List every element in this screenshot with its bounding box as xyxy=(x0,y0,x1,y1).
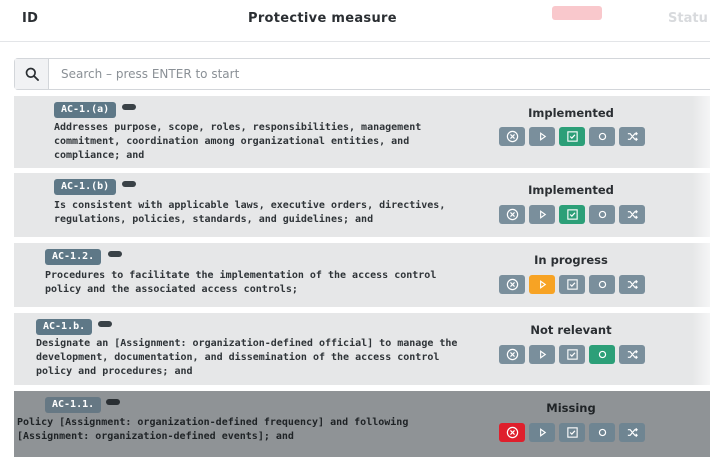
x-circle-icon xyxy=(506,278,518,291)
circle-icon xyxy=(598,350,606,359)
table-row-selected: AC-1.1. Policy [Assignment: organization… xyxy=(14,391,710,457)
play-icon xyxy=(539,210,546,219)
x-circle-icon xyxy=(506,130,518,143)
column-header-measure[interactable]: Protective measure xyxy=(248,11,397,26)
random-button[interactable] xyxy=(619,127,645,146)
circle-icon xyxy=(598,428,606,437)
status-label: Missing xyxy=(546,401,596,415)
search-icon xyxy=(25,67,39,81)
measure-id-tag: AC-1.(b) xyxy=(54,179,117,195)
table-row: AC-1.2. Procedures to facilitate the imp… xyxy=(14,243,710,307)
status-button-group xyxy=(499,423,645,442)
not-relevant-button[interactable] xyxy=(589,423,615,442)
check-square-icon xyxy=(566,131,578,142)
status-button-group xyxy=(499,127,645,146)
implemented-button[interactable] xyxy=(559,275,585,294)
x-circle-icon xyxy=(506,426,518,439)
implemented-button[interactable] xyxy=(559,127,585,146)
table-row: AC-1.(b) Is consistent with applicable l… xyxy=(14,173,710,237)
random-button[interactable] xyxy=(619,275,645,294)
play-icon xyxy=(539,428,546,437)
implemented-button[interactable] xyxy=(559,423,585,442)
circle-icon xyxy=(598,132,606,141)
search-input[interactable] xyxy=(61,65,661,83)
status-badge xyxy=(552,6,602,20)
not-relevant-button[interactable] xyxy=(589,127,615,146)
column-header-status[interactable]: Statu xyxy=(668,11,708,26)
implemented-button[interactable] xyxy=(559,205,585,224)
measure-description: Designate an [Assignment: organization-d… xyxy=(36,338,458,377)
shuffle-icon xyxy=(627,349,638,360)
measure-id-tag: AC-1.b. xyxy=(36,319,93,335)
play-icon xyxy=(539,280,546,289)
not-relevant-button[interactable] xyxy=(589,205,615,224)
check-square-icon xyxy=(566,349,578,360)
play-icon xyxy=(539,132,546,141)
not-relevant-button[interactable] xyxy=(589,275,615,294)
shuffle-icon xyxy=(627,279,638,290)
status-button-group xyxy=(499,275,645,294)
in-progress-button[interactable] xyxy=(529,127,555,146)
measure-description: Procedures to facilitate the implementat… xyxy=(45,270,437,295)
search-button[interactable] xyxy=(15,59,49,89)
circle-icon xyxy=(598,210,606,219)
status-label: Not relevant xyxy=(530,323,612,337)
play-icon xyxy=(539,350,546,359)
missing-button[interactable] xyxy=(499,275,525,294)
random-button[interactable] xyxy=(619,423,645,442)
measure-description: Policy [Assignment: organization-defined… xyxy=(17,417,409,442)
check-square-icon xyxy=(566,279,578,290)
implemented-button[interactable] xyxy=(559,345,585,364)
x-circle-icon xyxy=(506,348,518,361)
x-circle-icon xyxy=(506,208,518,221)
comment-indicator[interactable] xyxy=(106,399,120,405)
check-square-icon xyxy=(566,209,578,220)
measure-id-tag: AC-1.1. xyxy=(45,397,102,413)
status-button-group xyxy=(499,205,645,224)
comment-indicator[interactable] xyxy=(98,321,112,327)
in-progress-button[interactable] xyxy=(529,275,555,294)
status-label: Implemented xyxy=(528,106,614,120)
check-square-icon xyxy=(566,427,578,438)
status-label: Implemented xyxy=(528,183,614,197)
status-button-group xyxy=(499,345,645,364)
random-button[interactable] xyxy=(619,345,645,364)
shuffle-icon xyxy=(627,209,638,220)
in-progress-button[interactable] xyxy=(529,205,555,224)
shuffle-icon xyxy=(627,427,638,438)
status-label: In progress xyxy=(534,253,608,267)
table-header: ID Protective measure Statu xyxy=(0,0,710,42)
column-header-id[interactable]: ID xyxy=(22,11,38,26)
measure-id-tag: AC-1.2. xyxy=(45,249,102,265)
shuffle-icon xyxy=(627,131,638,142)
measure-id-tag: AC-1.(a) xyxy=(54,102,117,118)
circle-icon xyxy=(598,280,606,289)
missing-button[interactable] xyxy=(499,345,525,364)
table-row: AC-1.b. Designate an [Assignment: organi… xyxy=(14,313,710,385)
search-bar xyxy=(14,58,710,90)
in-progress-button[interactable] xyxy=(529,423,555,442)
missing-button[interactable] xyxy=(499,205,525,224)
comment-indicator[interactable] xyxy=(122,181,136,187)
missing-button[interactable] xyxy=(499,423,525,442)
random-button[interactable] xyxy=(619,205,645,224)
not-relevant-button[interactable] xyxy=(589,345,615,364)
measure-description: Is consistent with applicable laws, exec… xyxy=(54,200,446,225)
table-row: AC-1.(a) Addresses purpose, scope, roles… xyxy=(14,96,710,168)
comment-indicator[interactable] xyxy=(122,104,136,110)
measure-description: Addresses purpose, scope, roles, respons… xyxy=(54,122,422,161)
in-progress-button[interactable] xyxy=(529,345,555,364)
missing-button[interactable] xyxy=(499,127,525,146)
comment-indicator[interactable] xyxy=(108,251,122,257)
